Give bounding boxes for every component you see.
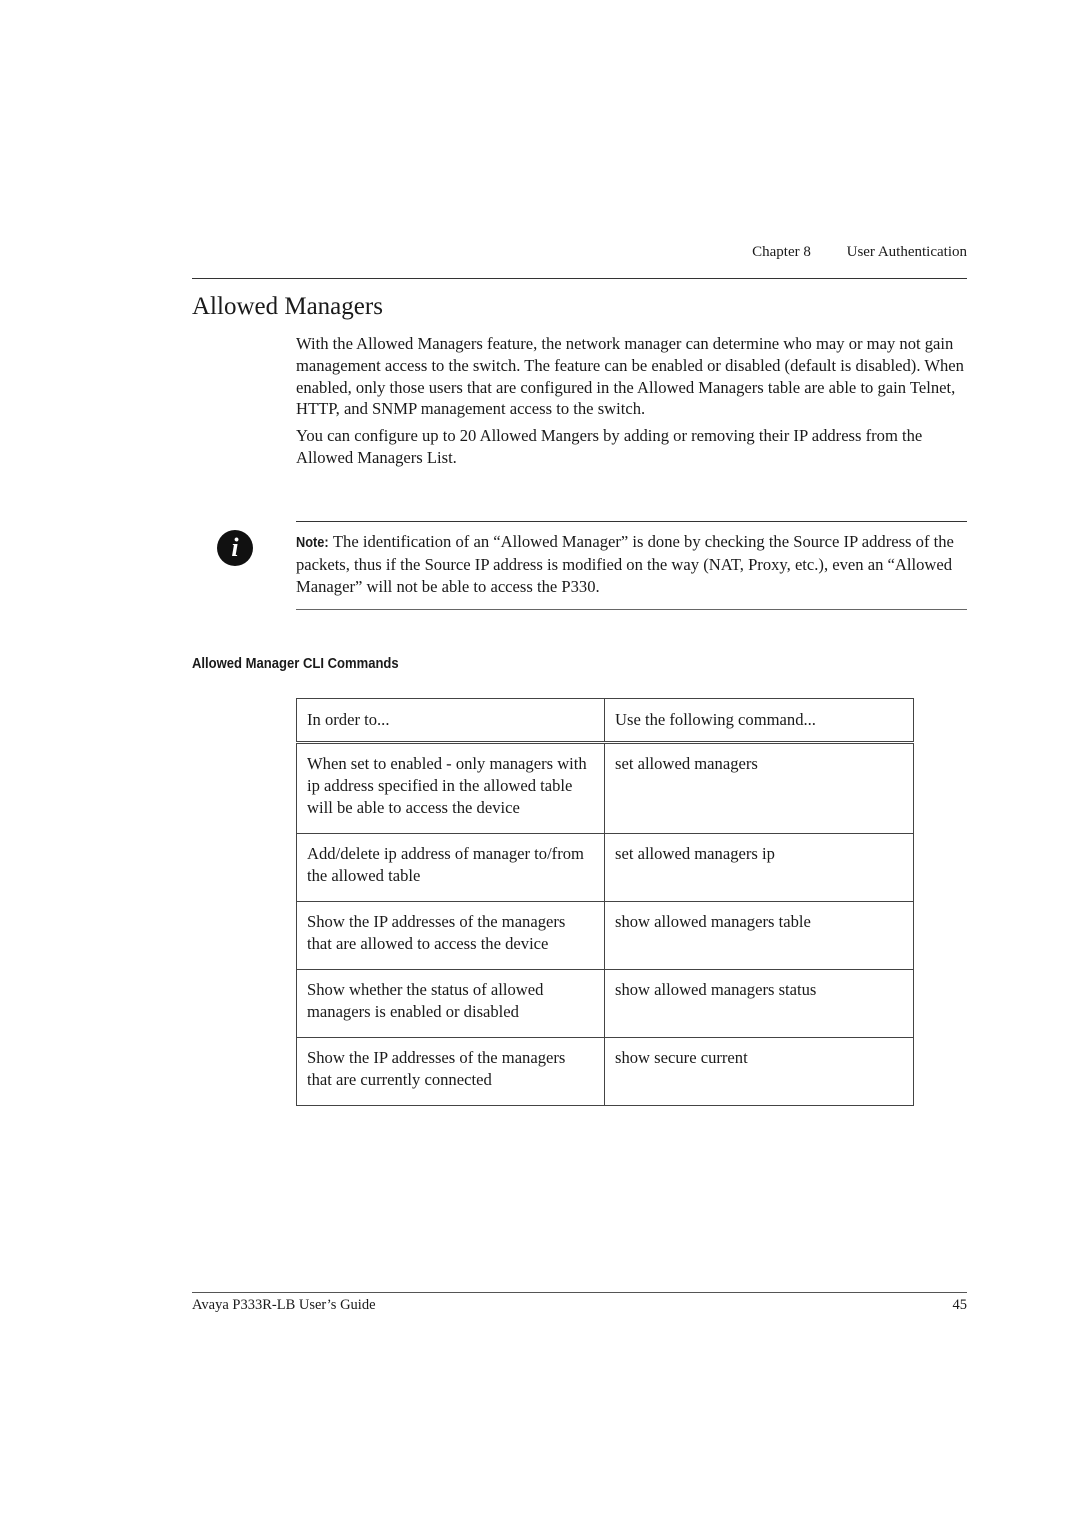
command-cell: show secure current (604, 1037, 914, 1106)
cli-commands-table: In order to... Use the following command… (296, 698, 914, 1106)
purpose-cell: Show the IP addresses of the managers th… (296, 1037, 605, 1106)
table-header-row: In order to... Use the following command… (296, 698, 914, 744)
running-header: Chapter 8 User Authentication (192, 244, 967, 261)
purpose-cell: Show whether the status of allowed manag… (296, 969, 605, 1038)
table-row: Show whether the status of allowed manag… (296, 969, 914, 1038)
intro-text: With the Allowed Managers feature, the n… (296, 333, 968, 474)
command-cell: show allowed managers status (604, 969, 914, 1038)
footer-divider (192, 1292, 967, 1293)
table-row: When set to enabled - only managers with… (296, 742, 914, 834)
column-header-purpose: In order to... (296, 698, 605, 744)
purpose-cell: When set to enabled - only managers with… (296, 742, 605, 834)
command-cell: set allowed managers (604, 742, 914, 834)
note-body: The identification of an “Allowed Manage… (296, 532, 954, 596)
page-number: 45 (952, 1297, 968, 1313)
note: Note: The identification of an “Allowed … (296, 531, 968, 598)
section-label: User Authentication (846, 244, 967, 260)
paragraph: You can configure up to 20 Allowed Mange… (296, 426, 923, 467)
note-divider-top (296, 521, 967, 522)
info-icon: i (217, 530, 253, 566)
command-cell: set allowed managers ip (604, 833, 914, 902)
purpose-cell: Add/delete ip address of manager to/from… (296, 833, 605, 902)
command-cell: show allowed managers table (604, 901, 914, 970)
purpose-cell: Show the IP addresses of the managers th… (296, 901, 605, 970)
page-title: Allowed Managers (192, 293, 383, 320)
header-divider (192, 278, 967, 279)
table-row: Add/delete ip address of manager to/from… (296, 833, 914, 902)
note-divider-bottom (296, 609, 967, 610)
footer-guide-title: Avaya P333R-LB User’s Guide (192, 1297, 376, 1313)
table-row: Show the IP addresses of the managers th… (296, 1037, 914, 1106)
paragraph: With the Allowed Managers feature, the n… (296, 334, 964, 419)
section-subheading: Allowed Manager CLI Commands (192, 656, 399, 672)
chapter-label: Chapter 8 (752, 244, 811, 260)
table-row: Show the IP addresses of the managers th… (296, 901, 914, 970)
column-header-command: Use the following command... (604, 698, 914, 744)
note-label: Note: (296, 535, 329, 551)
